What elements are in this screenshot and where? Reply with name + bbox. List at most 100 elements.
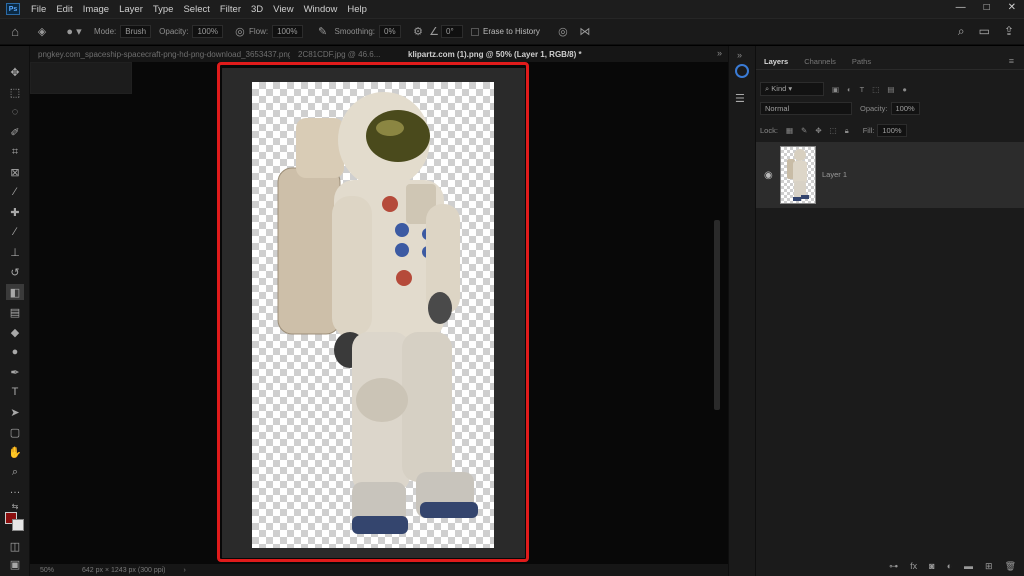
layer-opacity-field[interactable]: 100% <box>890 102 920 115</box>
layer-name[interactable]: Layer 1 <box>822 170 847 179</box>
menu-window[interactable]: Window <box>299 4 343 15</box>
fill-field[interactable]: 100% <box>877 124 907 137</box>
healing-brush-tool-icon[interactable]: ✚ <box>6 204 24 220</box>
menu-filter[interactable]: Filter <box>215 4 246 15</box>
background-color-swatch[interactable] <box>12 519 24 531</box>
zoom-level[interactable]: 50% <box>30 567 64 574</box>
angle-field[interactable]: 0° <box>441 25 464 38</box>
screen-mode-icon[interactable]: ▣ <box>6 556 24 572</box>
tab-layers[interactable]: Layers <box>756 57 796 66</box>
shape-tool-icon[interactable]: ▢ <box>6 424 24 440</box>
hand-tool-icon[interactable]: ✋ <box>6 444 24 460</box>
shape-filter-icon[interactable]: ⬚ <box>872 85 879 94</box>
mode-select[interactable]: Brush <box>120 25 152 38</box>
vertical-scrollbar[interactable] <box>714 220 720 410</box>
filter-kind-select[interactable]: ⌕ Kind ▾ <box>760 82 824 96</box>
maximize-icon[interactable]: □ <box>984 2 990 13</box>
blur-tool-icon[interactable]: ◆ <box>6 324 24 340</box>
photoshop-logo-icon: Ps <box>6 3 20 15</box>
minimize-icon[interactable]: — <box>956 2 966 13</box>
airbrush-icon[interactable]: ✎ <box>311 25 335 38</box>
flow-field[interactable]: 100% <box>272 25 303 38</box>
opacity-field[interactable]: 100% <box>192 25 223 38</box>
new-group-icon[interactable]: ▬ <box>964 561 973 572</box>
panel-menu-icon[interactable]: ≡ <box>1009 56 1014 66</box>
pressure-size-icon[interactable]: ◎ <box>552 25 574 38</box>
path-select-tool-icon[interactable]: ➤ <box>6 404 24 420</box>
document-tab[interactable]: pngkey.com_spaceship-spacecraft-png-hd-p… <box>30 50 290 59</box>
gear-icon[interactable]: ⚙ <box>409 25 427 38</box>
clone-stamp-tool-icon[interactable]: ⊥ <box>6 244 24 260</box>
new-layer-icon[interactable]: ⊞ <box>985 561 993 572</box>
menu-layer[interactable]: Layer <box>114 4 148 15</box>
adjustment-filter-icon[interactable]: ◐ <box>847 85 852 94</box>
frame-tool-icon[interactable]: ⊠ <box>6 164 24 180</box>
zoom-tool-icon[interactable]: ⌕ <box>6 464 24 480</box>
delete-layer-icon[interactable]: 🗑︎ <box>1005 561 1016 572</box>
crop-tool-icon[interactable]: ⌗ <box>6 144 24 160</box>
menu-select[interactable]: Select <box>178 4 214 15</box>
eyedropper-tool-icon[interactable]: ⁄ <box>6 184 24 200</box>
flow-label: Flow: <box>248 27 269 36</box>
add-mask-icon[interactable]: ◙ <box>929 561 934 572</box>
smart-filter-icon[interactable]: ▤ <box>887 85 894 94</box>
history-brush-tool-icon[interactable]: ↺ <box>6 264 24 280</box>
document-tab[interactable]: 2C81CDF.jpg @ 46.6... <box>290 50 400 59</box>
type-filter-icon[interactable]: T <box>860 85 865 94</box>
eraser-tool-icon[interactable]: ◧ <box>6 284 24 300</box>
workspace-icon[interactable]: ▭ <box>979 24 990 39</box>
layer-style-icon[interactable]: fx <box>910 561 917 572</box>
document-tab-active[interactable]: klipartz.com (1).png @ 50% (Layer 1, RGB… <box>400 50 590 59</box>
layer-filter-row: ⌕ Kind ▾ ▣ ◐ T ⬚ ▤ ● <box>760 82 1020 96</box>
status-arrow-icon[interactable]: › <box>184 567 186 574</box>
search-icon[interactable]: ⌕ <box>958 24 965 39</box>
close-icon[interactable]: ✕ <box>1008 2 1016 13</box>
more-tools-icon[interactable]: … <box>6 482 24 498</box>
quick-mask-icon[interactable]: ◫ <box>6 538 24 554</box>
layer-row[interactable]: ◉ Layer 1 <box>756 142 1024 208</box>
adjustments-panel-icon[interactable]: ☰ <box>735 92 745 105</box>
marquee-tool-icon[interactable]: ⬚ <box>6 84 24 100</box>
lock-transparent-icon[interactable]: ▦ <box>786 126 793 135</box>
color-panel-icon[interactable] <box>735 64 749 78</box>
brush-preset-icon[interactable]: ● ▾ <box>54 25 94 38</box>
lock-all-icon[interactable]: 🔒︎ <box>845 126 849 136</box>
share-icon[interactable]: ⇪ <box>1004 24 1014 39</box>
move-tool-icon[interactable]: ✥ <box>6 64 24 80</box>
lock-artboard-icon[interactable]: ⬚ <box>830 126 837 135</box>
home-icon[interactable]: ⌂ <box>0 24 30 39</box>
lasso-tool-icon[interactable]: ◌ <box>6 104 24 120</box>
menu-edit[interactable]: Edit <box>51 4 77 15</box>
lock-pixels-icon[interactable]: ✎ <box>801 126 807 135</box>
dodge-tool-icon[interactable]: ● <box>6 344 24 360</box>
blend-mode-select[interactable]: Normal <box>760 102 852 115</box>
menu-type[interactable]: Type <box>148 4 179 15</box>
brush-tool-icon[interactable]: ∕ <box>6 224 24 240</box>
tab-overflow-icon[interactable]: » <box>717 48 722 58</box>
expand-panels-icon[interactable]: » <box>737 50 742 60</box>
eraser-tool-preset-icon[interactable]: ◈ <box>30 25 54 38</box>
pixel-filter-icon[interactable]: ▣ <box>832 85 839 94</box>
type-tool-icon[interactable]: T <box>6 384 24 400</box>
menu-help[interactable]: Help <box>342 4 372 15</box>
quick-select-tool-icon[interactable]: ✐ <box>6 124 24 140</box>
menu-3d[interactable]: 3D <box>246 4 268 15</box>
tab-paths[interactable]: Paths <box>844 57 879 66</box>
menu-image[interactable]: Image <box>78 4 114 15</box>
link-layers-icon[interactable]: ⊶ <box>889 561 898 572</box>
smoothing-field[interactable]: 0% <box>379 25 402 38</box>
menu-view[interactable]: View <box>268 4 298 15</box>
gradient-tool-icon[interactable]: ▤ <box>6 304 24 320</box>
adjustment-layer-icon[interactable]: ◐ <box>947 561 952 572</box>
pressure-opacity-icon[interactable]: ◎ <box>231 25 249 38</box>
filter-toggle-icon[interactable]: ● <box>902 85 907 94</box>
menu-file[interactable]: File <box>26 4 51 15</box>
eye-icon[interactable]: ◉ <box>764 170 773 181</box>
pen-tool-icon[interactable]: ✒ <box>6 364 24 380</box>
lock-position-icon[interactable]: ✥ <box>815 126 821 135</box>
erase-history-checkbox[interactable] <box>471 27 480 36</box>
symmetry-icon[interactable]: ⋈ <box>574 25 596 38</box>
tab-channels[interactable]: Channels <box>796 57 844 66</box>
status-bar: 50% 642 px × 1243 px (300 ppi) › <box>30 564 728 576</box>
document-info[interactable]: 642 px × 1243 px (300 ppi) <box>82 567 165 574</box>
